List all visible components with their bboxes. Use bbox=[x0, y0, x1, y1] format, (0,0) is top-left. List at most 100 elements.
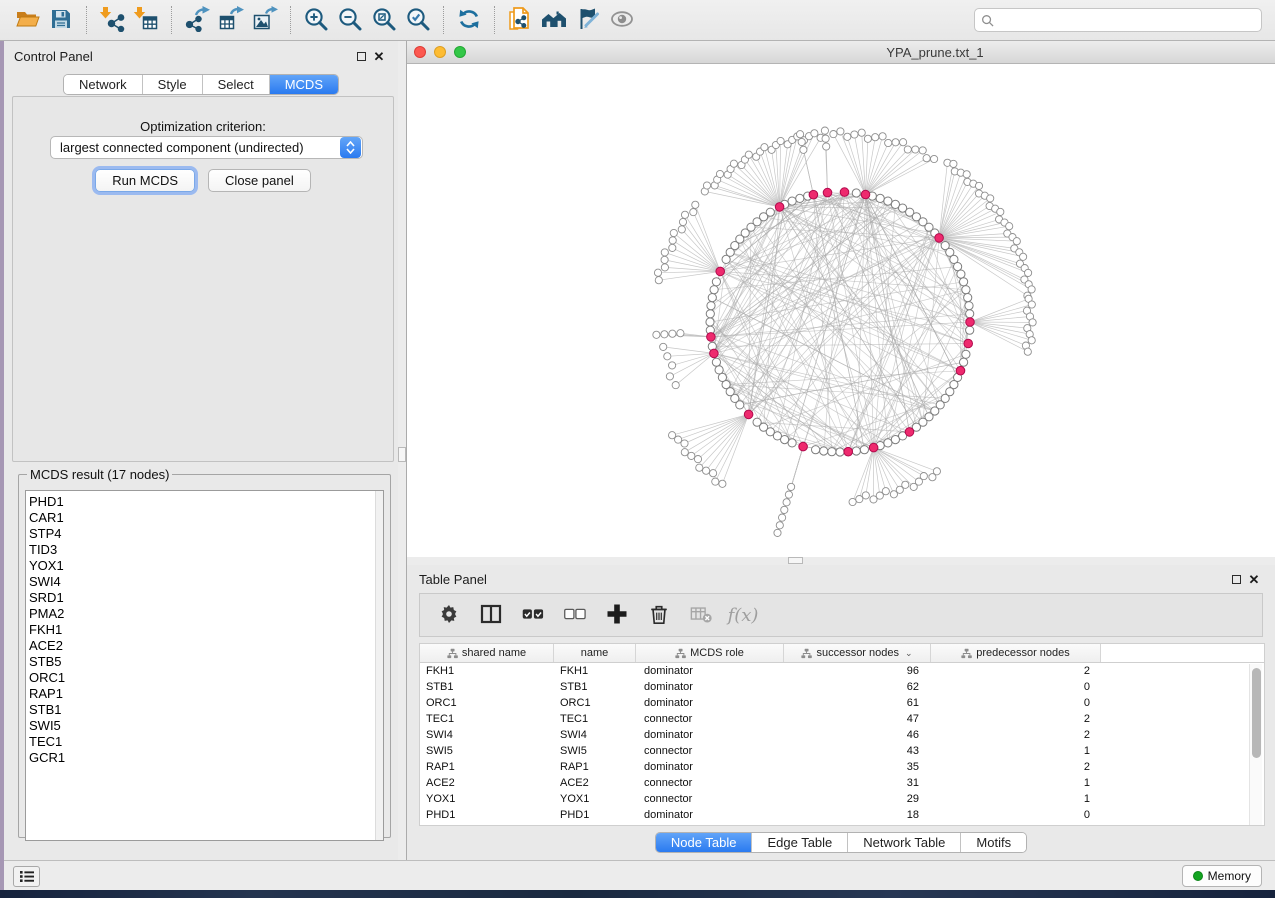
cell-shared-name: ACE2 bbox=[420, 775, 554, 791]
mcds-result-item: ACE2 bbox=[29, 638, 383, 654]
float-icon bbox=[1232, 575, 1241, 584]
zoom-fit-button[interactable] bbox=[367, 4, 401, 36]
tab-edge-table[interactable]: Edge Table bbox=[751, 833, 847, 852]
deselect-all-button[interactable] bbox=[556, 597, 594, 633]
zoom-out-button[interactable] bbox=[333, 4, 367, 36]
select-all-icon bbox=[522, 603, 544, 628]
mcds-result-item: RAP1 bbox=[29, 686, 383, 702]
trash-icon bbox=[648, 603, 670, 628]
table-header-row: shared name nameMCDS rolesuccessor nodes⌄… bbox=[420, 644, 1264, 663]
table-row[interactable]: RAP1RAP1dominator352 bbox=[420, 759, 1264, 775]
list-icon bbox=[19, 870, 35, 883]
mcds-result-item: TEC1 bbox=[29, 734, 383, 750]
tab-network[interactable]: Network bbox=[64, 75, 142, 94]
cell-shared-name: TEC1 bbox=[420, 711, 554, 727]
column-header-filler bbox=[1101, 644, 1264, 662]
export-table-button[interactable] bbox=[214, 4, 248, 36]
tab-mcds[interactable]: MCDS bbox=[269, 75, 338, 94]
splitter-grip[interactable] bbox=[398, 447, 406, 462]
zoom-selected-button[interactable] bbox=[401, 4, 435, 36]
network-window-titlebar[interactable]: YPA_prune.txt_1 bbox=[407, 41, 1275, 64]
cell-MCDS-role: dominator bbox=[636, 759, 784, 775]
tab-motifs[interactable]: Motifs bbox=[960, 833, 1026, 852]
mcds-result-group: MCDS result (17 nodes) PHD1CAR1STP4TID3Y… bbox=[18, 467, 391, 838]
save-button[interactable] bbox=[44, 4, 78, 36]
table-panel-close-button[interactable]: ✕ bbox=[1245, 571, 1263, 587]
close-window-icon[interactable] bbox=[414, 46, 426, 58]
flag-button[interactable] bbox=[571, 4, 605, 36]
cell-predecessor-nodes: 2 bbox=[931, 711, 1101, 727]
zoom-window-icon[interactable] bbox=[454, 46, 466, 58]
close-icon: ✕ bbox=[1249, 573, 1260, 586]
close-icon: ✕ bbox=[374, 50, 385, 63]
column-header-successor-nodes[interactable]: successor nodes⌄ bbox=[784, 644, 931, 662]
add-button[interactable] bbox=[598, 597, 636, 633]
column-header-predecessor-nodes[interactable]: predecessor nodes bbox=[931, 644, 1101, 662]
cell-predecessor-nodes: 2 bbox=[931, 663, 1101, 679]
close-panel-button[interactable]: Close panel bbox=[208, 169, 311, 192]
refresh-button[interactable] bbox=[452, 4, 486, 36]
column-header-shared-name[interactable]: shared name bbox=[420, 644, 554, 662]
scrollbar-thumb[interactable] bbox=[1252, 668, 1261, 758]
table-row[interactable]: ACE2ACE2connector311 bbox=[420, 775, 1264, 791]
network-canvas[interactable] bbox=[407, 64, 1275, 557]
table-row[interactable]: YOX1YOX1connector291 bbox=[420, 791, 1264, 807]
control-panel-tabs: NetworkStyleSelectMCDS bbox=[4, 74, 398, 95]
eye-button[interactable] bbox=[605, 4, 639, 36]
control-panel-close-button[interactable]: ✕ bbox=[370, 48, 388, 64]
table-panel-title: Table Panel bbox=[419, 572, 1227, 587]
mcds-result-item: TID3 bbox=[29, 542, 383, 558]
cell-shared-name: YOX1 bbox=[420, 791, 554, 807]
export-network-button[interactable] bbox=[180, 4, 214, 36]
import-table-button[interactable] bbox=[129, 4, 163, 36]
gear-button[interactable] bbox=[430, 597, 468, 633]
toolbar-separator bbox=[290, 6, 291, 34]
table-scrollbar[interactable] bbox=[1249, 664, 1262, 825]
search-box[interactable] bbox=[974, 8, 1262, 32]
toolbar-separator bbox=[443, 6, 444, 34]
open-folder-button[interactable] bbox=[10, 4, 44, 36]
trash-button[interactable] bbox=[640, 597, 678, 633]
mcds-list-scrollbar[interactable] bbox=[375, 491, 383, 840]
vertical-splitter[interactable] bbox=[398, 41, 407, 860]
horizontal-splitter[interactable] bbox=[407, 557, 1275, 565]
run-mcds-button[interactable]: Run MCDS bbox=[95, 169, 195, 192]
tab-style[interactable]: Style bbox=[142, 75, 202, 94]
zoom-in-button[interactable] bbox=[299, 4, 333, 36]
column-header-label: shared name bbox=[462, 647, 526, 659]
minimize-window-icon[interactable] bbox=[434, 46, 446, 58]
table-panel-tabs: Node TableEdge TableNetwork TableMotifs bbox=[407, 832, 1275, 853]
search-input[interactable] bbox=[998, 13, 1255, 27]
document-share-button[interactable] bbox=[503, 4, 537, 36]
table-row[interactable]: SWI5SWI5connector431 bbox=[420, 743, 1264, 759]
task-history-button[interactable] bbox=[13, 866, 40, 887]
import-network-button[interactable] bbox=[95, 4, 129, 36]
table-row[interactable]: STB1STB1dominator620 bbox=[420, 679, 1264, 695]
column-header-MCDS-role[interactable]: MCDS role bbox=[636, 644, 784, 662]
splitter-grip[interactable] bbox=[788, 557, 803, 564]
houses-button[interactable] bbox=[537, 4, 571, 36]
criterion-select[interactable]: largest connected component (undirected) bbox=[50, 136, 363, 159]
tab-node-table[interactable]: Node Table bbox=[656, 833, 752, 852]
table-panel-header: Table Panel ✕ bbox=[407, 565, 1275, 593]
tab-select[interactable]: Select bbox=[202, 75, 269, 94]
tab-network-table[interactable]: Network Table bbox=[847, 833, 960, 852]
import-table-icon bbox=[133, 6, 159, 35]
table-row[interactable]: SWI4SWI4dominator462 bbox=[420, 727, 1264, 743]
select-all-button[interactable] bbox=[514, 597, 552, 633]
mcds-result-list[interactable]: PHD1CAR1STP4TID3YOX1SWI4SRD1PMA2FKH1ACE2… bbox=[25, 490, 384, 841]
control-panel-float-button[interactable] bbox=[352, 48, 370, 64]
table-row[interactable]: FKH1FKH1dominator962 bbox=[420, 663, 1264, 679]
eye-icon bbox=[609, 6, 635, 35]
cell-successor-nodes: 62 bbox=[784, 679, 931, 695]
cell-predecessor-nodes: 2 bbox=[931, 759, 1101, 775]
table-row[interactable]: PHD1PHD1dominator180 bbox=[420, 807, 1264, 823]
column-header-name[interactable]: name bbox=[554, 644, 636, 662]
toolbar-icon-groups bbox=[10, 4, 639, 36]
memory-button[interactable]: Memory bbox=[1182, 865, 1262, 887]
export-image-button[interactable] bbox=[248, 4, 282, 36]
columns-button[interactable] bbox=[472, 597, 510, 633]
table-row[interactable]: TEC1TEC1connector472 bbox=[420, 711, 1264, 727]
table-panel-float-button[interactable] bbox=[1227, 571, 1245, 587]
table-row[interactable]: ORC1ORC1dominator610 bbox=[420, 695, 1264, 711]
